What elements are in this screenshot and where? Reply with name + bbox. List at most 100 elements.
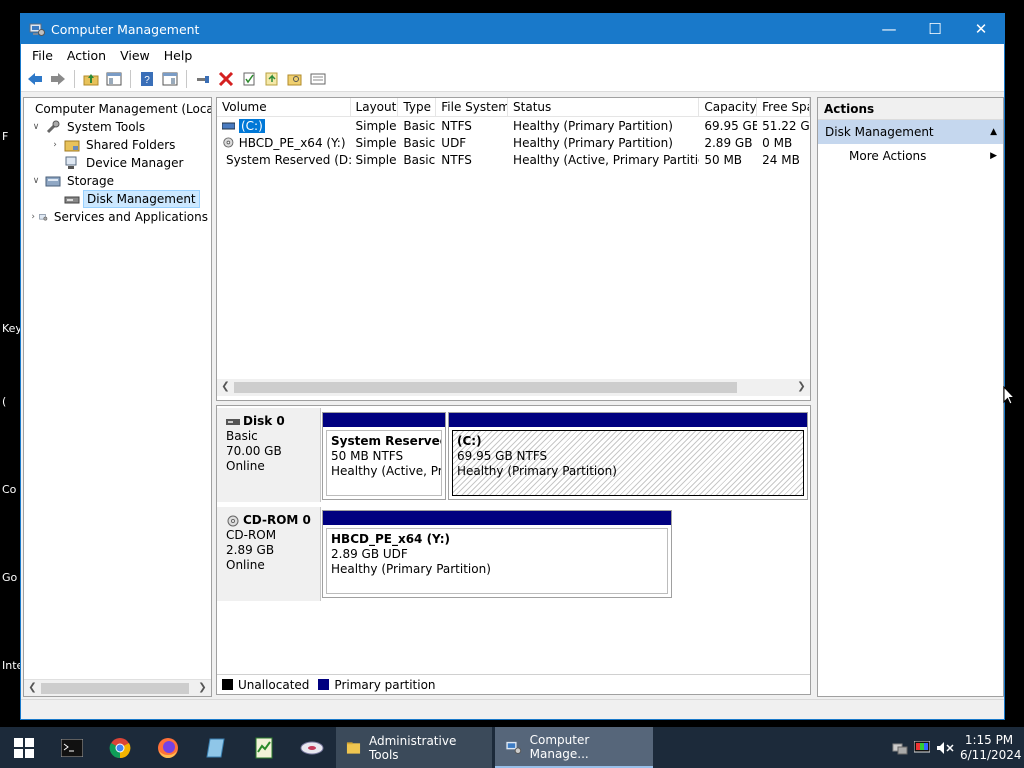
expander-expanded-icon[interactable]: ∨ xyxy=(30,176,42,186)
actions-section-label: Disk Management xyxy=(825,125,934,139)
partition-status: Healthy (Primary Partition) xyxy=(457,464,617,478)
tree-item-system-tools[interactable]: ∨ System Tools xyxy=(24,118,211,136)
legend-label: Unallocated xyxy=(238,677,310,692)
column-header-volume[interactable]: Volume xyxy=(217,98,351,116)
volume-layout: Simple xyxy=(355,118,397,133)
show-hide-console-tree-icon[interactable] xyxy=(104,69,124,89)
tree-item-device-manager[interactable]: Device Manager xyxy=(24,154,211,172)
column-header-layout[interactable]: Layout xyxy=(351,98,399,116)
volume-name: (C:) xyxy=(239,118,265,133)
tree-item-storage[interactable]: ∨ Storage xyxy=(24,172,211,190)
clock-time: 1:15 PM xyxy=(964,732,1014,747)
clock[interactable]: 1:15 PM 6/11/2024 xyxy=(960,732,1022,763)
primary-partition-bar xyxy=(449,413,807,427)
expander-collapsed-icon[interactable]: › xyxy=(30,212,36,222)
console-tree: Computer Management (Local ∨ System Tool… xyxy=(23,97,212,697)
display-icon[interactable] xyxy=(914,740,930,755)
disk-0-info[interactable]: Disk 0 Basic 70.00 GB Online xyxy=(217,408,321,502)
computer-management-icon xyxy=(505,740,522,754)
delete-icon[interactable] xyxy=(216,69,236,89)
actions-section-disk-management[interactable]: Disk Management ▲ xyxy=(818,120,1003,144)
volume-muted-icon[interactable] xyxy=(936,741,954,755)
partition-c[interactable]: (C:) 69.95 GB NTFS Healthy (Primary Part… xyxy=(448,412,808,500)
scroll-right-icon[interactable]: ❯ xyxy=(194,682,211,693)
scrollbar-thumb[interactable] xyxy=(234,382,737,393)
disk-size: 70.00 GB xyxy=(226,444,282,458)
close-button[interactable]: ✕ xyxy=(958,14,1004,44)
action-label: More Actions xyxy=(849,149,927,163)
menu-view[interactable]: View xyxy=(113,48,157,63)
start-button[interactable] xyxy=(0,727,48,768)
desktop-label: ( xyxy=(2,395,7,408)
hard-disk-icon xyxy=(226,418,240,425)
toolbar-separator xyxy=(74,69,75,88)
desktop-label: Co xyxy=(2,483,17,496)
taskbar-firefox[interactable] xyxy=(144,727,192,768)
menu-help[interactable]: Help xyxy=(157,48,200,63)
services-icon xyxy=(39,214,48,221)
horizontal-scrollbar[interactable]: ❮ ❯ xyxy=(217,379,810,396)
menu-action[interactable]: Action xyxy=(60,48,113,63)
search-folder-icon[interactable] xyxy=(285,69,305,89)
scroll-left-icon[interactable]: ❮ xyxy=(24,682,41,693)
volume-row[interactable]: (C:) Simple Basic NTFS Healthy (Primary … xyxy=(217,117,810,134)
clock-date: 6/11/2024 xyxy=(960,747,1022,762)
minimize-button[interactable]: — xyxy=(866,14,912,44)
taskbar-chrome[interactable] xyxy=(96,727,144,768)
action-more-actions[interactable]: More Actions ▶ xyxy=(818,144,1003,168)
column-header-status[interactable]: Status xyxy=(508,98,700,116)
notepad-icon xyxy=(206,738,225,757)
column-header-type[interactable]: Type xyxy=(398,98,437,116)
expander-expanded-icon[interactable]: ∨ xyxy=(30,122,42,132)
column-header-file-system[interactable]: File System xyxy=(436,98,509,116)
partition-system-reserved[interactable]: System Reserved (I 50 MB NTFS Healthy (A… xyxy=(322,412,446,500)
up-folder-icon[interactable] xyxy=(81,69,101,89)
volume-row[interactable]: System Reserved (D:) Simple Basic NTFS H… xyxy=(217,151,810,168)
storage-icon xyxy=(45,176,61,187)
command-prompt-icon xyxy=(61,738,83,757)
column-header-capacity[interactable]: Capacity xyxy=(699,98,758,116)
drive-icon xyxy=(222,122,235,129)
taskbar-app[interactable] xyxy=(288,727,336,768)
tree-item-services-and-applications[interactable]: › Services and Applications xyxy=(24,208,211,226)
help-icon[interactable]: ? xyxy=(137,69,157,89)
taskbar-command-prompt[interactable] xyxy=(48,727,96,768)
volume-row[interactable]: HBCD_PE_x64 (Y:) Simple Basic UDF Health… xyxy=(217,134,810,151)
volume-type: Basic xyxy=(403,118,436,133)
scroll-right-icon[interactable]: ❯ xyxy=(793,381,810,392)
back-icon[interactable] xyxy=(25,69,45,89)
forward-icon[interactable] xyxy=(48,69,68,89)
list-view-icon[interactable] xyxy=(308,69,328,89)
primary-partition-bar xyxy=(323,511,671,525)
scroll-left-icon[interactable]: ❮ xyxy=(217,381,234,392)
network-icon[interactable] xyxy=(892,741,908,755)
taskbar-computer-management[interactable]: Computer Manage... xyxy=(495,727,653,768)
status-bar xyxy=(21,699,1004,719)
folder-icon xyxy=(346,741,361,754)
tree-item-computer-management[interactable]: Computer Management (Local xyxy=(24,100,211,118)
scrollbar-thumb[interactable] xyxy=(41,683,189,694)
properties-icon[interactable] xyxy=(239,69,259,89)
connect-icon[interactable] xyxy=(193,69,213,89)
partition-name: (C:) xyxy=(457,434,482,448)
tree-item-disk-management[interactable]: Disk Management xyxy=(24,190,211,208)
title-bar[interactable]: Computer Management — ☐ ✕ xyxy=(21,14,1004,44)
disk-state: Online xyxy=(226,459,265,473)
expander-collapsed-icon[interactable]: › xyxy=(49,140,61,150)
disk-name: Disk 0 xyxy=(243,414,285,428)
show-hide-action-pane-icon[interactable] xyxy=(160,69,180,89)
collapse-up-icon[interactable]: ▲ xyxy=(990,127,997,137)
cdrom-0-info[interactable]: CD-ROM 0 CD-ROM 2.89 GB Online xyxy=(217,507,321,601)
partition-hbcd[interactable]: HBCD_PE_x64 (Y:) 2.89 GB UDF Healthy (Pr… xyxy=(322,510,672,598)
export-icon[interactable] xyxy=(262,69,282,89)
menu-file[interactable]: File xyxy=(25,48,60,63)
taskbar-app[interactable] xyxy=(192,727,240,768)
taskbar-app[interactable] xyxy=(240,727,288,768)
taskbar-administrative-tools[interactable]: Administrative Tools xyxy=(336,727,492,768)
volume-name: System Reserved (D:) xyxy=(226,152,351,167)
partition-status: Healthy (Primary Partition) xyxy=(331,562,491,576)
maximize-button[interactable]: ☐ xyxy=(912,14,958,44)
column-header-free-space[interactable]: Free Spa xyxy=(757,98,810,116)
tree-item-shared-folders[interactable]: › Shared Folders xyxy=(24,136,211,154)
horizontal-scrollbar[interactable]: ❮ ❯ xyxy=(24,679,211,696)
